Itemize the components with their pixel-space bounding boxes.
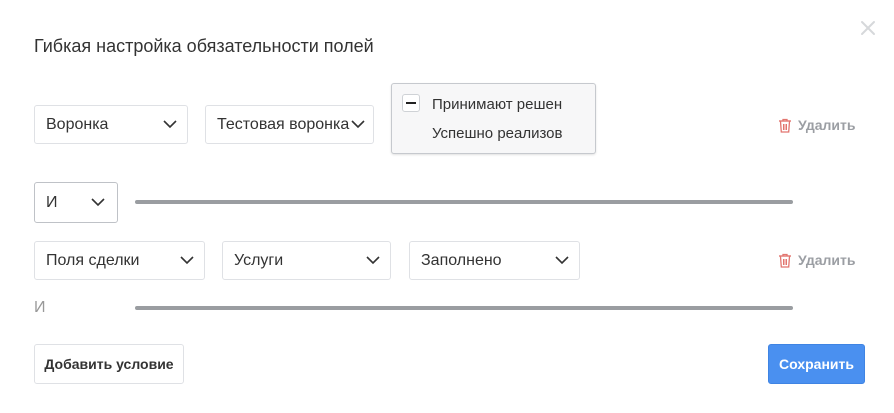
- connector-value: И: [46, 193, 58, 211]
- chevron-down-icon: [351, 120, 365, 129]
- connector-select[interactable]: И: [34, 182, 118, 223]
- trash-icon: [779, 253, 791, 268]
- stage-multiselect[interactable]: Принимают решен Успешно реализов: [391, 83, 596, 154]
- delete-condition-button[interactable]: Удалить: [778, 252, 855, 268]
- condition-field-select[interactable]: Воронка: [34, 105, 188, 144]
- chevron-down-icon: [366, 256, 380, 265]
- chevron-down-icon: [555, 256, 569, 265]
- connector-divider: [135, 306, 793, 310]
- connector-label: И: [34, 299, 46, 316]
- deal-field-value: Услуги: [234, 251, 284, 269]
- add-condition-button[interactable]: Добавить условие: [34, 344, 184, 384]
- state-value: Заполнено: [421, 251, 502, 269]
- partial-check-icon[interactable]: [402, 94, 420, 112]
- condition-field-value: Поля сделки: [46, 251, 140, 269]
- delete-label: Удалить: [798, 252, 856, 268]
- save-button[interactable]: Сохранить: [768, 344, 865, 384]
- trash-icon: [779, 118, 791, 133]
- funnel-select[interactable]: Тестовая воронка: [205, 105, 374, 144]
- stage-option[interactable]: Успешно реализов: [432, 125, 563, 142]
- state-select[interactable]: Заполнено: [409, 241, 580, 280]
- delete-label: Удалить: [798, 117, 856, 133]
- connector-divider: [135, 200, 793, 204]
- chevron-down-icon: [91, 198, 105, 207]
- condition-field-value: Воронка: [46, 115, 109, 133]
- stage-option[interactable]: Принимают решен: [432, 96, 562, 113]
- chevron-down-icon: [163, 120, 177, 129]
- deal-field-select[interactable]: Услуги: [222, 241, 391, 280]
- dialog-title: Гибкая настройка обязательности полей: [34, 36, 374, 56]
- funnel-value: Тестовая воронка: [217, 115, 350, 133]
- condition-field-select[interactable]: Поля сделки: [34, 241, 205, 280]
- delete-condition-button[interactable]: Удалить: [778, 117, 855, 133]
- chevron-down-icon: [180, 256, 194, 265]
- close-icon[interactable]: [858, 18, 878, 38]
